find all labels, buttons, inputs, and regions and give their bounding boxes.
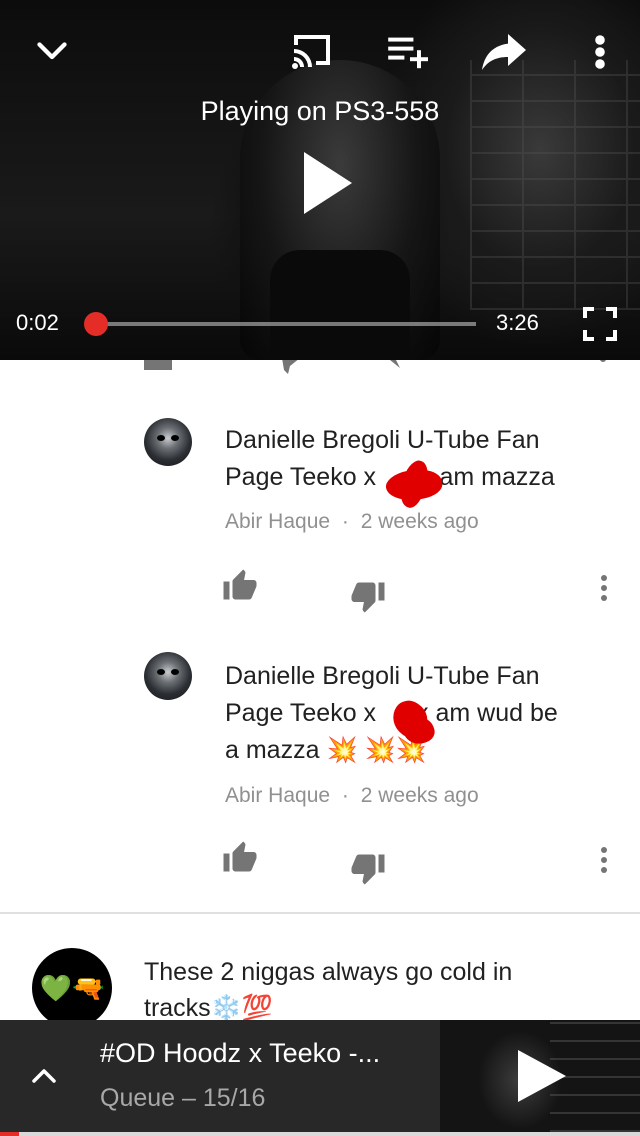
- dislike-icon[interactable]: [350, 578, 386, 614]
- comment-author[interactable]: Abir Haque: [225, 510, 330, 533]
- avatar-emoji: 💚🔫: [39, 972, 105, 1003]
- share-icon: [482, 34, 526, 70]
- share-button[interactable]: [474, 22, 534, 82]
- seek-thumb[interactable]: [84, 312, 108, 336]
- more-vert-icon[interactable]: [586, 570, 622, 606]
- divider: [0, 912, 640, 914]
- comments-section[interactable]: Danielle Bregoli U-Tube Fan Page Teeko x…: [0, 360, 640, 1020]
- comment-emojis: ❄️💯: [210, 994, 273, 1020]
- comment-time: 2 weeks ago: [360, 510, 479, 533]
- more-vert-icon[interactable]: [586, 842, 622, 878]
- more-options-button[interactable]: [570, 22, 630, 82]
- like-icon[interactable]: [222, 568, 258, 604]
- like-icon[interactable]: [222, 840, 258, 876]
- comment-meta: Abir Haque · 2 weeks ago: [225, 784, 479, 807]
- queue-progress-fill: [0, 1132, 19, 1136]
- play-icon[interactable]: [290, 148, 360, 218]
- comment-reply: Danielle Bregoli U-Tube Fan Page Teeko x…: [0, 630, 640, 912]
- comment-reply: Danielle Bregoli U-Tube Fan Page Teeko x…: [0, 360, 640, 630]
- comment-line: tracks❄️💯: [144, 994, 273, 1020]
- minimize-player-button[interactable]: [22, 22, 82, 82]
- chevron-down-icon: [37, 42, 67, 60]
- queue-position: Queue – 15/16: [100, 1084, 266, 1112]
- comment-author[interactable]: Abir Haque: [225, 784, 330, 807]
- queue-video-title[interactable]: #OD Hoodz x Teeko -...: [100, 1038, 430, 1069]
- avatar[interactable]: [144, 652, 192, 700]
- play-icon[interactable]: [514, 1048, 568, 1104]
- cast-status-text: Playing on PS3-558: [200, 96, 440, 126]
- add-to-queue-button[interactable]: [378, 22, 438, 82]
- cast-icon: [292, 35, 330, 69]
- cast-button[interactable]: [282, 22, 342, 82]
- add-to-queue-icon: [388, 37, 428, 69]
- queue-progress-bar: [0, 1132, 640, 1136]
- fullscreen-icon[interactable]: [580, 304, 620, 344]
- comment-line: Danielle Bregoli U-Tube Fan: [225, 662, 540, 690]
- avatar[interactable]: 💚🔫: [32, 948, 112, 1020]
- seek-bar[interactable]: [92, 322, 476, 326]
- comment-line: Danielle Bregoli U-Tube Fan: [225, 426, 540, 454]
- avatar[interactable]: [144, 418, 192, 466]
- comment-meta: Abir Haque · 2 weeks ago: [225, 510, 479, 533]
- comment-line: These 2 niggas always go cold in: [144, 958, 513, 986]
- chevron-up-icon[interactable]: [24, 1056, 64, 1096]
- comment-text: These 2 niggas always go cold in tracks❄…: [144, 954, 624, 1020]
- total-duration: 3:26: [496, 310, 539, 335]
- more-vert-icon: [595, 35, 605, 69]
- video-player[interactable]: Playing on PS3-558 0:02 3:26: [0, 0, 640, 360]
- dislike-icon[interactable]: [350, 850, 386, 886]
- comment-time: 2 weeks ago: [360, 784, 479, 807]
- current-time: 0:02: [16, 310, 59, 335]
